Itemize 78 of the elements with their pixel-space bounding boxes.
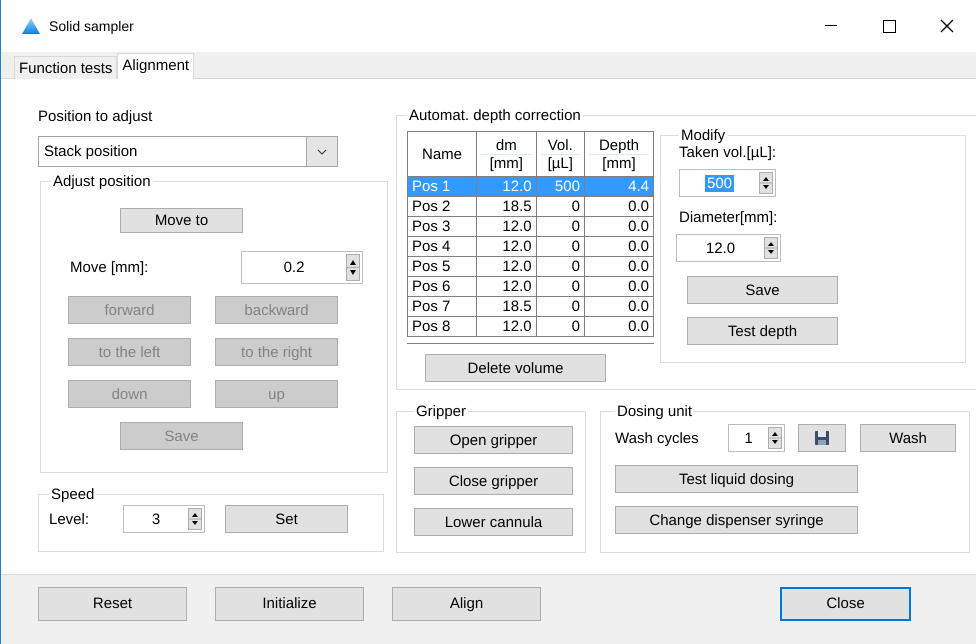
group-title: Dosing unit	[616, 403, 694, 420]
group-title: Adjust position	[52, 173, 152, 190]
gripper-button[interactable]: Lower cannula	[414, 508, 573, 536]
spin-arrows[interactable]	[768, 427, 782, 449]
tab[interactable]: Alignment	[117, 53, 194, 79]
level-spinbox[interactable]: 3	[123, 505, 205, 533]
wash-cycles-spinbox[interactable]: 1	[728, 424, 785, 452]
table-cell: 0.0	[584, 296, 654, 316]
table-cell: 500	[536, 176, 584, 196]
table-cell: 12.0	[476, 236, 536, 256]
group-title: Automat. depth correction	[408, 107, 582, 124]
table-cell: 12.0	[476, 256, 536, 276]
position-dropdown[interactable]: Stack position	[38, 136, 338, 167]
tab[interactable]: Function tests	[14, 56, 118, 79]
table-cell: 0.0	[584, 216, 654, 236]
table-cell: Pos 6	[408, 276, 477, 296]
spin-arrows[interactable]	[188, 508, 202, 530]
table-cell: Pos 7	[408, 296, 477, 316]
group-title: Modify	[680, 127, 726, 144]
maximize-icon[interactable]	[882, 20, 896, 32]
table-cell: 18.5	[476, 196, 536, 216]
move-to-button[interactable]: Move to	[120, 208, 243, 233]
delete-volume-button[interactable]: Delete volume	[425, 354, 606, 382]
wash-button[interactable]: Wash	[860, 424, 956, 452]
footer-button[interactable]: Initialize	[215, 586, 364, 620]
chevron-down-icon	[317, 148, 327, 154]
table-cell: 18.5	[476, 296, 536, 316]
table-cell: Pos 2	[408, 196, 477, 216]
table-cell: Pos 5	[408, 256, 477, 276]
spin-arrows[interactable]	[346, 254, 360, 281]
close-icon[interactable]	[940, 19, 954, 33]
dosing-button[interactable]: Test liquid dosing	[615, 465, 858, 493]
save-icon-button[interactable]	[798, 424, 846, 452]
table-cell: 4.4	[584, 176, 654, 196]
table-cell: Pos 3	[408, 216, 477, 236]
spin-arrows[interactable]	[759, 172, 773, 194]
wash-cycles-label: Wash cycles	[615, 430, 700, 446]
table-cell: 0.0	[584, 256, 654, 276]
position-label: Position to adjust	[38, 108, 152, 125]
spin-arrows[interactable]	[764, 237, 778, 259]
footer-button[interactable]: Close	[780, 586, 911, 620]
table-cell: 0	[536, 276, 584, 296]
modify-button[interactable]: Save	[687, 276, 838, 304]
table-cell: 12.0	[476, 216, 536, 236]
move-label: Move [mm]:	[70, 259, 148, 276]
table-cell: 0	[536, 196, 584, 216]
dosing-button[interactable]: Change dispenser syringe	[615, 506, 858, 534]
window-title: Solid sampler	[49, 18, 135, 34]
table-cell: 0	[536, 216, 584, 236]
level-label: Level:	[49, 510, 90, 528]
app-logo-icon	[21, 17, 41, 35]
table-cell: 0	[536, 316, 584, 336]
table-cell: 0	[536, 296, 584, 316]
group-title: Speed	[50, 486, 96, 503]
minimize-icon[interactable]	[825, 25, 837, 27]
table-cell: Pos 8	[408, 316, 477, 336]
table-cell: 12.0	[476, 176, 536, 196]
table-cell: 12.0	[476, 276, 536, 296]
taken-volume-label: Taken vol.[µL]:	[679, 144, 776, 161]
table-cell: 12.0	[476, 316, 536, 336]
table-cell: 0.0	[584, 236, 654, 256]
table-cell: Pos 4	[408, 236, 477, 256]
table-cell: 0	[536, 236, 584, 256]
gripper-button[interactable]: Open gripper	[414, 426, 573, 454]
modify-button[interactable]: Test depth	[687, 317, 838, 345]
table-cell: Pos 1	[408, 176, 477, 196]
table-cell: 0.0	[584, 196, 654, 216]
group-title: Gripper	[415, 403, 468, 420]
diameter-spinbox[interactable]: 12.0	[676, 234, 781, 262]
table-cell: 0.0	[584, 276, 654, 296]
move-spinbox[interactable]: 0.2	[241, 251, 363, 284]
diameter-label: Diameter[mm]:	[679, 209, 778, 226]
gripper-button[interactable]: Close gripper	[414, 467, 573, 495]
table-cell: 0.0	[584, 316, 654, 336]
table-cell: 0	[536, 256, 584, 276]
footer-button[interactable]: Reset	[38, 586, 187, 620]
set-button[interactable]: Set	[225, 505, 348, 533]
footer-button[interactable]: Align	[392, 586, 541, 620]
